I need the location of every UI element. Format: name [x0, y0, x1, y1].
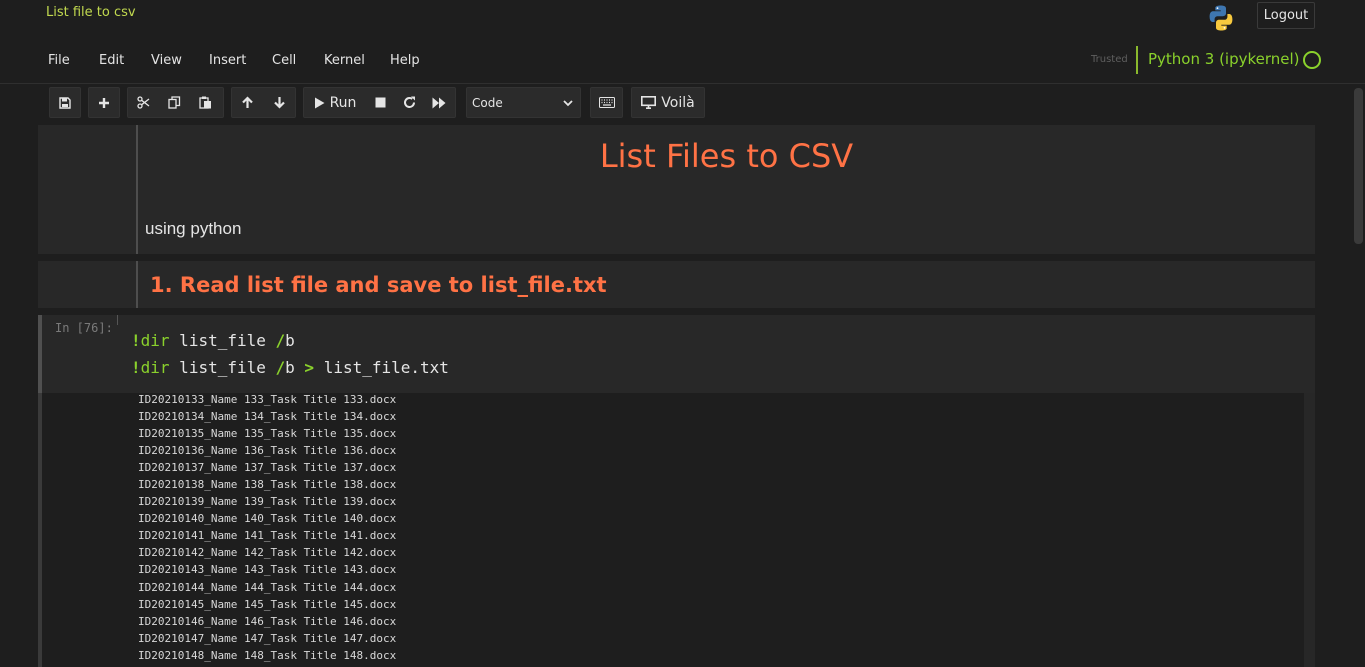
menu-edit[interactable]: Edit	[99, 53, 124, 68]
logout-button[interactable]: Logout	[1257, 2, 1315, 29]
output-line: ID20210136_Name 136_Task Title 136.docx	[138, 444, 397, 458]
cell-type-value: Code	[472, 95, 503, 110]
output-line: ID20210139_Name 139_Task Title 139.docx	[138, 495, 397, 509]
output-line: ID20210140_Name 140_Task Title 140.docx	[138, 512, 397, 526]
code-cell[interactable]: In [76]: !dir list_file /b !dir list_fil…	[38, 315, 1315, 667]
notebook-title: List Files to CSV	[599, 137, 854, 175]
markdown-cell[interactable]: List Files to CSV using python	[38, 125, 1315, 254]
plus-icon	[98, 97, 110, 109]
interrupt-kernel-button[interactable]	[366, 88, 395, 117]
page-scrollbar[interactable]	[1352, 84, 1365, 667]
output-collapse-bar[interactable]	[38, 393, 42, 667]
cut-button[interactable]	[128, 88, 159, 117]
notebook-name[interactable]: List file to csv	[46, 5, 136, 20]
output-line: ID20210145_Name 145_Task Title 145.docx	[138, 597, 397, 611]
keyboard-button-group	[590, 87, 623, 118]
kernel-name[interactable]: Python 3 (ipykernel)	[1148, 50, 1300, 68]
output-line: ID20210147_Name 147_Task Title 147.docx	[138, 631, 397, 645]
paste-button[interactable]	[190, 88, 221, 117]
keyboard-icon	[598, 97, 615, 108]
output-line: ID20210148_Name 148_Task Title 148.docx	[138, 648, 397, 662]
notebook-toolbar: Run Code Voilà	[0, 84, 1365, 124]
section-heading: 1. Read list file and save to list_file.…	[150, 273, 607, 297]
trusted-indicator[interactable]: Trusted	[1091, 54, 1128, 65]
insert-button-group	[88, 87, 120, 118]
output-line: ID20210143_Name 143_Task Title 143.docx	[138, 563, 397, 577]
notebook-subtitle: using python	[145, 219, 242, 238]
copy-icon	[168, 96, 181, 109]
menu-file[interactable]: File	[48, 53, 70, 68]
cell-rule	[136, 261, 138, 308]
run-button[interactable]: Run	[304, 88, 366, 117]
output-scrollbar[interactable]	[1304, 393, 1315, 667]
chevron-down-icon	[563, 97, 573, 111]
python-logo-icon	[1206, 3, 1236, 33]
output-line: ID20210146_Name 146_Task Title 146.docx	[138, 614, 397, 628]
restart-run-all-button[interactable]	[423, 88, 455, 117]
voila-button[interactable]: Voilà	[632, 88, 704, 117]
menu-cell[interactable]: Cell	[272, 53, 296, 68]
scissors-icon	[137, 96, 150, 109]
output-line: ID20210133_Name 133_Task Title 133.docx	[138, 393, 397, 406]
save-button-group	[49, 87, 81, 118]
menu-insert[interactable]: Insert	[209, 53, 246, 68]
copy-button[interactable]	[159, 88, 190, 117]
output-line: ID20210142_Name 142_Task Title 142.docx	[138, 546, 397, 560]
jupyter-notebook-window: List file to csv Logout File Edit View I…	[0, 0, 1365, 667]
cell-type-dropdown[interactable]: Code	[466, 87, 581, 118]
command-palette-button[interactable]	[591, 88, 622, 117]
output-line: ID20210144_Name 144_Task Title 144.docx	[138, 580, 397, 594]
notebook-container: List Files to CSV using python 1. Read l…	[0, 124, 1365, 667]
menu-help[interactable]: Help	[390, 53, 420, 68]
menu-kernel[interactable]: Kernel	[324, 53, 365, 68]
save-icon	[59, 96, 71, 109]
move-button-group	[231, 87, 296, 118]
restart-icon	[403, 96, 416, 109]
prompt-divider	[117, 315, 118, 325]
stop-icon	[375, 97, 386, 108]
output-text: ID20210133_Name 133_Task Title 133.docx …	[138, 391, 396, 664]
code-line: !dir list_file /b	[131, 331, 295, 350]
cell-output-area[interactable]: ID20210133_Name 133_Task Title 133.docx …	[38, 393, 1315, 667]
scrollbar-thumb[interactable]	[1354, 88, 1363, 244]
input-prompt: In [76]:	[55, 321, 113, 335]
monitor-icon	[641, 96, 657, 109]
output-line: ID20210137_Name 137_Task Title 137.docx	[138, 461, 397, 475]
edit-button-group	[127, 87, 224, 118]
voila-label: Voilà	[661, 94, 695, 111]
arrow-down-icon	[273, 96, 286, 109]
run-button-group: Run	[303, 87, 456, 118]
insert-cell-below-button[interactable]	[89, 88, 119, 117]
output-line: ID20210138_Name 138_Task Title 138.docx	[138, 478, 397, 492]
cell-selection-bar	[38, 315, 42, 393]
notebook-header: List file to csv Logout File Edit View I…	[0, 0, 1365, 84]
fast-forward-icon	[432, 97, 446, 109]
move-down-button[interactable]	[263, 88, 295, 117]
code-editor[interactable]: !dir list_file /b !dir list_file /b > li…	[131, 327, 449, 381]
voila-button-group: Voilà	[631, 87, 705, 118]
move-up-button[interactable]	[232, 88, 263, 117]
output-line: ID20210141_Name 141_Task Title 141.docx	[138, 529, 397, 543]
menu-view[interactable]: View	[151, 53, 182, 68]
output-line: ID20210135_Name 135_Task Title 135.docx	[138, 427, 397, 441]
run-label: Run	[329, 94, 357, 111]
play-icon	[314, 97, 325, 109]
kernel-idle-icon	[1303, 51, 1321, 69]
output-line: ID20210134_Name 134_Task Title 134.docx	[138, 410, 397, 424]
paste-icon	[199, 96, 212, 109]
arrow-up-icon	[241, 96, 254, 109]
restart-kernel-button[interactable]	[395, 88, 423, 117]
code-line: !dir list_file /b > list_file.txt	[131, 358, 449, 377]
save-button[interactable]	[50, 88, 80, 117]
markdown-cell[interactable]: 1. Read list file and save to list_file.…	[38, 261, 1315, 308]
kernel-divider	[1136, 46, 1138, 74]
